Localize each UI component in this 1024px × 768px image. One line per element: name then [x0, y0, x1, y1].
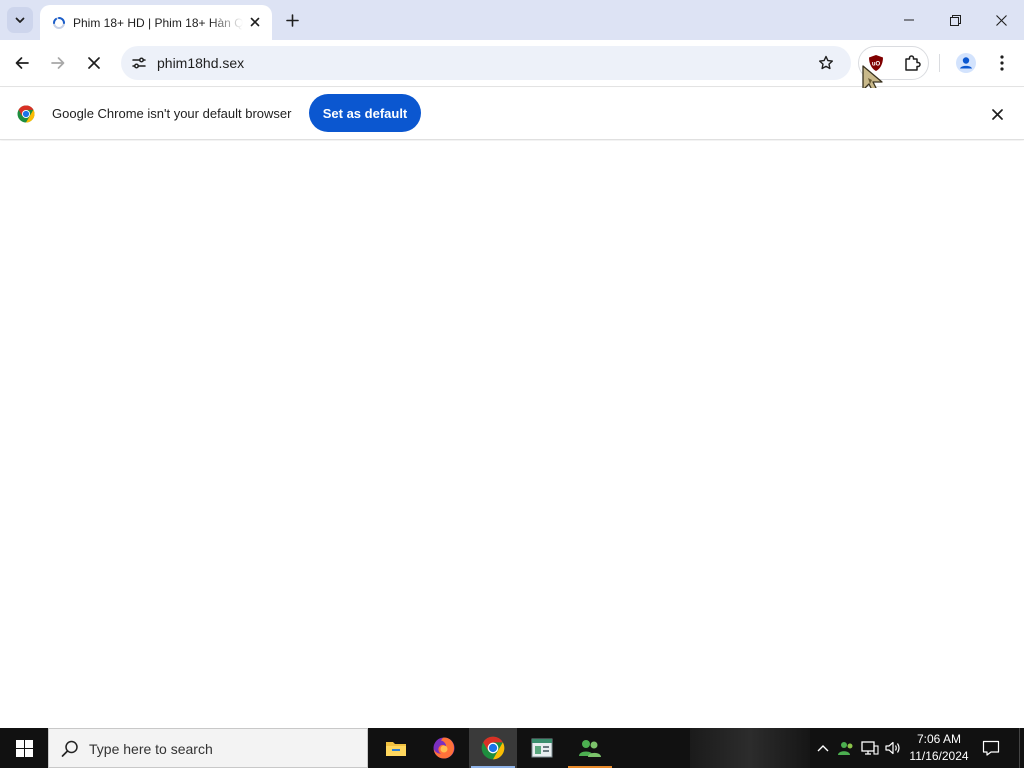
minimize-icon	[904, 19, 914, 21]
profile-button[interactable]	[954, 51, 978, 75]
tray-users-button[interactable]	[837, 739, 855, 757]
restore-button[interactable]	[932, 0, 978, 40]
taskbar-search-box[interactable]: Type here to search	[48, 728, 368, 768]
forward-button[interactable]	[45, 50, 71, 76]
taskbar: Type here to search 7:06 AM 11/16/2024	[0, 728, 1024, 768]
users-icon	[838, 742, 853, 755]
arrow-left-icon	[15, 57, 29, 69]
chrome-logo-icon	[17, 105, 35, 123]
app-window-icon	[531, 738, 553, 758]
system-clock[interactable]: 7:06 AM 11/16/2024	[903, 731, 975, 765]
puzzle-icon	[905, 55, 921, 71]
url-text[interactable]: phim18hd.sex	[157, 55, 244, 71]
close-icon	[88, 57, 100, 69]
search-icon	[61, 740, 78, 757]
new-tab-button[interactable]	[281, 9, 303, 31]
stop-loading-button[interactable]	[81, 50, 107, 76]
close-icon	[250, 17, 260, 27]
volume-button[interactable]	[884, 739, 902, 757]
windows-logo-icon	[15, 739, 33, 757]
network-button[interactable]	[861, 739, 879, 757]
default-browser-infobar: Google Chrome isn't your default browser…	[0, 88, 1024, 140]
notification-icon	[982, 740, 1000, 756]
tune-icon	[132, 57, 146, 69]
arrow-right-icon	[51, 57, 65, 69]
plus-icon	[285, 13, 299, 27]
tab-close-button[interactable]	[246, 13, 264, 31]
active-tab[interactable]: Phim 18+ HD | Phim 18+ Hàn Quốc	[40, 5, 272, 40]
tab-title: Phim 18+ HD | Phim 18+ Hàn Quốc	[73, 15, 243, 30]
network-icon	[861, 741, 879, 755]
infobar-close-button[interactable]	[988, 105, 1006, 123]
infobar-message: Google Chrome isn't your default browser	[52, 106, 292, 121]
users-icon	[579, 740, 601, 757]
kebab-menu-icon	[1000, 55, 1004, 71]
folder-icon	[386, 742, 406, 756]
taskbar-app-users[interactable]	[566, 728, 614, 768]
search-placeholder: Type here to search	[89, 741, 213, 757]
bookmark-button[interactable]	[815, 52, 837, 74]
page-content[interactable]	[0, 141, 1024, 728]
back-button[interactable]	[9, 50, 35, 76]
tab-strip: Phim 18+ HD | Phim 18+ Hàn Quốc	[0, 0, 1024, 40]
taskbar-firefox[interactable]	[420, 728, 468, 768]
site-info-button[interactable]	[127, 51, 151, 75]
taskbar-file-explorer[interactable]	[372, 728, 420, 768]
extensions-button[interactable]	[903, 54, 921, 72]
chrome-menu-button[interactable]	[992, 51, 1012, 75]
clock-time: 7:06 AM	[916, 732, 962, 746]
address-bar[interactable]: phim18hd.sex	[121, 46, 851, 80]
chrome-icon	[481, 736, 505, 760]
toolbar-divider	[939, 54, 940, 72]
close-window-button[interactable]	[978, 0, 1024, 40]
close-icon	[991, 108, 1003, 120]
taskbar-app-window[interactable]	[518, 728, 566, 768]
loading-spinner-icon	[52, 16, 66, 30]
minimize-button[interactable]	[886, 0, 932, 40]
show-hidden-icons-button[interactable]	[814, 739, 832, 757]
action-center-button[interactable]	[980, 738, 1002, 758]
screen: Phim 18+ HD | Phim 18+ Hàn Quốc	[0, 0, 1024, 768]
star-icon	[819, 55, 833, 70]
taskbar-chrome[interactable]	[469, 728, 517, 768]
desktop-background	[690, 728, 810, 768]
show-desktop-button[interactable]	[1019, 728, 1024, 768]
restore-icon	[949, 14, 961, 26]
speaker-icon	[885, 741, 900, 755]
chevron-down-icon	[15, 17, 25, 23]
set-as-default-button[interactable]: Set as default	[309, 94, 421, 132]
close-icon	[995, 14, 1007, 26]
chevron-up-icon	[817, 745, 829, 752]
firefox-icon	[433, 737, 455, 759]
clock-date: 11/16/2024	[909, 749, 969, 763]
person-icon	[956, 53, 976, 73]
tab-search-button[interactable]	[7, 7, 33, 33]
start-button[interactable]	[0, 728, 48, 768]
